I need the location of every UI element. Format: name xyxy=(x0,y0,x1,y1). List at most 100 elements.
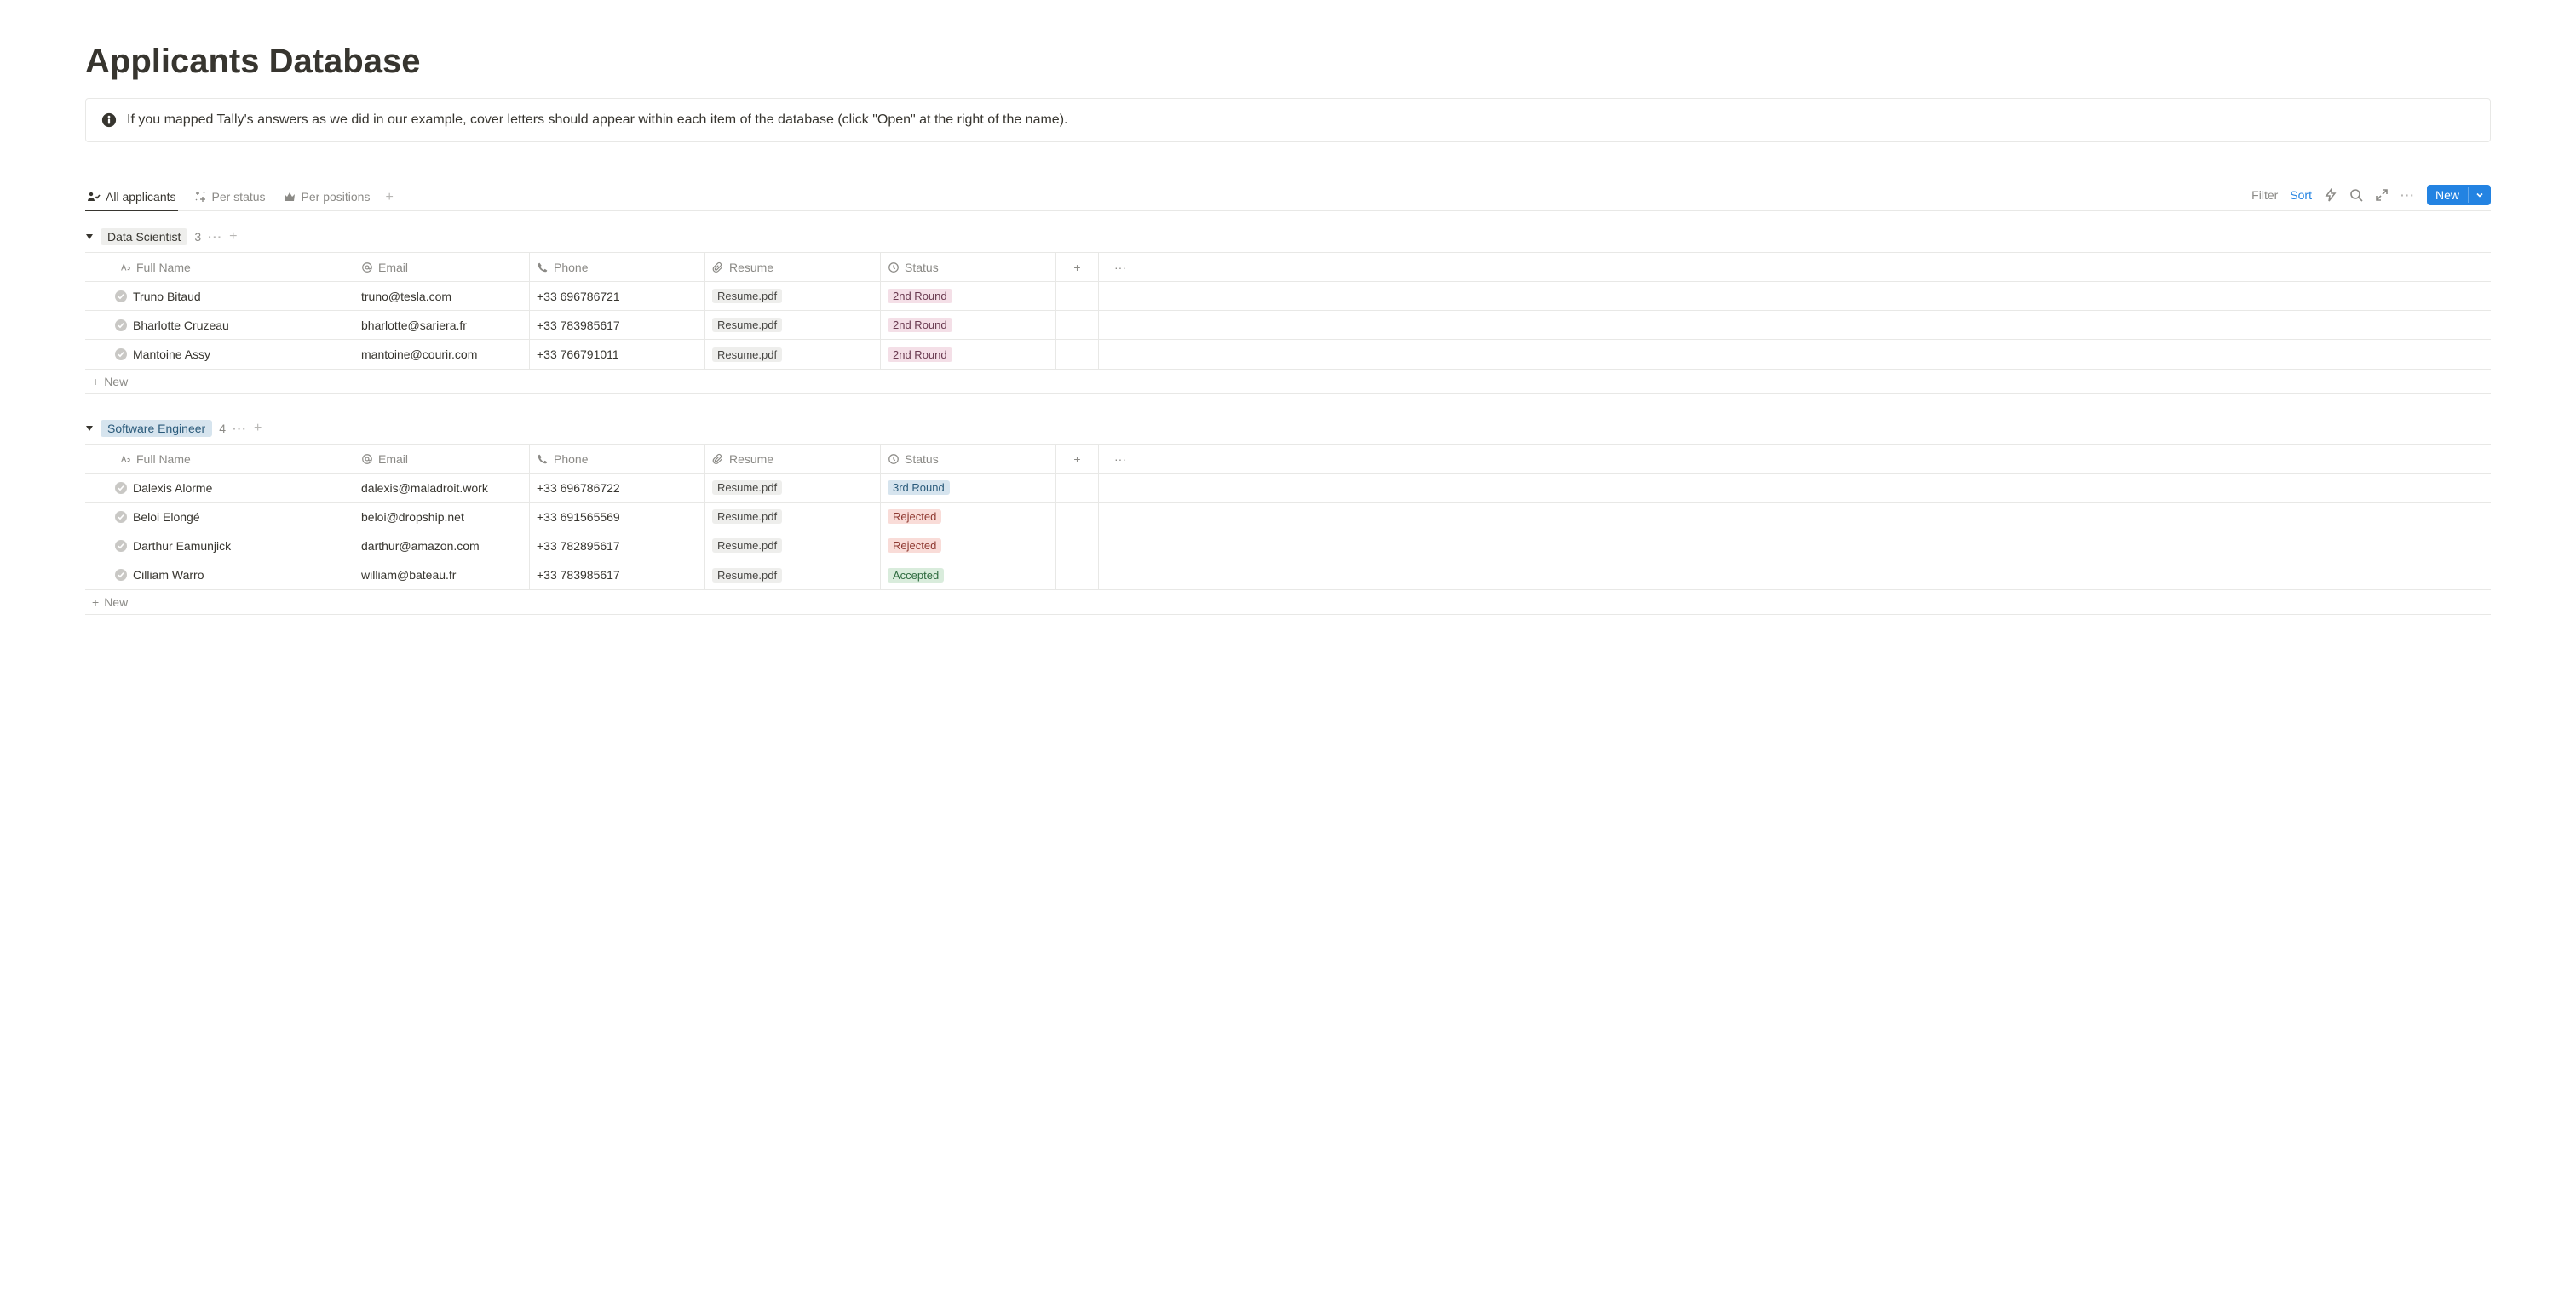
resume-pill[interactable]: Resume.pdf xyxy=(712,480,782,495)
cell-phone[interactable]: +33 782895617 xyxy=(530,531,705,560)
status-pill[interactable]: 2nd Round xyxy=(888,318,952,332)
cell-phone[interactable]: +33 783985617 xyxy=(530,560,705,589)
cell-name[interactable]: Darthur Eamunjick xyxy=(85,531,354,560)
cell-status[interactable]: Rejected xyxy=(881,531,1056,560)
cell-status[interactable]: Rejected xyxy=(881,503,1056,531)
resume-pill[interactable]: Resume.pdf xyxy=(712,538,782,553)
col-header-resume[interactable]: Resume xyxy=(705,445,881,473)
table-row[interactable]: Truno Bitaudtruno@tesla.com+33 696786721… xyxy=(85,282,2491,311)
cell-resume[interactable]: Resume.pdf xyxy=(705,474,881,502)
resume-pill[interactable]: Resume.pdf xyxy=(712,509,782,524)
col-header-email[interactable]: Email xyxy=(354,253,530,281)
cell-phone[interactable]: +33 691565569 xyxy=(530,503,705,531)
cell-resume[interactable]: Resume.pdf xyxy=(705,340,881,369)
collapse-triangle-icon[interactable] xyxy=(85,424,94,433)
table-row[interactable]: Darthur Eamunjickdarthur@amazon.com+33 7… xyxy=(85,531,2491,560)
resume-pill[interactable]: Resume.pdf xyxy=(712,568,782,583)
row-name: Beloi Elongé xyxy=(133,510,200,524)
group-count: 3 xyxy=(194,230,201,244)
more-actions-icon[interactable]: ··· xyxy=(2401,188,2415,202)
cell-email[interactable]: william@bateau.fr xyxy=(354,560,530,589)
col-header-name[interactable]: Full Name xyxy=(85,445,354,473)
group-add-button[interactable]: + xyxy=(254,421,262,436)
cell-name[interactable]: Dalexis Alorme xyxy=(85,474,354,502)
cell-email[interactable]: darthur@amazon.com xyxy=(354,531,530,560)
cell-phone[interactable]: +33 766791011 xyxy=(530,340,705,369)
add-view-button[interactable]: + xyxy=(385,190,393,205)
cell-status[interactable]: 2nd Round xyxy=(881,311,1056,339)
sort-action[interactable]: Sort xyxy=(2290,188,2312,202)
cell-email[interactable]: truno@tesla.com xyxy=(354,282,530,310)
view-tab-per-status[interactable]: Per status xyxy=(192,185,267,210)
table-row[interactable]: Dalexis Alormedalexis@maladroit.work+33 … xyxy=(85,474,2491,503)
cell-phone[interactable]: +33 783985617 xyxy=(530,311,705,339)
table-row[interactable]: Cilliam Warrowilliam@bateau.fr+33 783985… xyxy=(85,560,2491,589)
group: Data Scientist3···+Full NameEmailPhoneRe… xyxy=(85,227,2491,394)
cell-phone[interactable]: +33 696786722 xyxy=(530,474,705,502)
cell-email[interactable]: beloi@dropship.net xyxy=(354,503,530,531)
cell-resume[interactable]: Resume.pdf xyxy=(705,311,881,339)
table-row[interactable]: Bharlotte Cruzeau bharlotte@sariera.fr+33… xyxy=(85,311,2491,340)
cell-name[interactable]: Beloi Elongé xyxy=(85,503,354,531)
cell-name[interactable]: Cilliam Warro xyxy=(85,560,354,589)
status-pill[interactable]: Accepted xyxy=(888,568,944,583)
cell-resume[interactable]: Resume.pdf xyxy=(705,560,881,589)
cell-name[interactable]: Bharlotte Cruzeau xyxy=(85,311,354,339)
status-pill[interactable]: Rejected xyxy=(888,538,941,553)
status-pill[interactable]: Rejected xyxy=(888,509,941,524)
cell-status[interactable]: 2nd Round xyxy=(881,340,1056,369)
row-name: Bharlotte Cruzeau xyxy=(133,319,229,332)
cell-email[interactable]: mantoine@courir.com xyxy=(354,340,530,369)
add-column-button[interactable]: + xyxy=(1056,253,1099,281)
cell-phone[interactable]: +33 696786721 xyxy=(530,282,705,310)
view-tab-all-applicants[interactable]: All applicants xyxy=(85,185,178,210)
col-header-name[interactable]: Full Name xyxy=(85,253,354,281)
view-tab-per-positions[interactable]: Per positions xyxy=(281,185,372,210)
search-icon[interactable] xyxy=(2349,188,2363,202)
cell-name[interactable]: Mantoine Assy xyxy=(85,340,354,369)
cell-email[interactable]: dalexis@maladroit.work xyxy=(354,474,530,502)
col-header-phone[interactable]: Phone xyxy=(530,253,705,281)
status-pill[interactable]: 3rd Round xyxy=(888,480,950,495)
column-more-button[interactable]: ··· xyxy=(1099,253,1141,281)
col-header-resume[interactable]: Resume xyxy=(705,253,881,281)
automations-icon[interactable] xyxy=(2324,188,2337,202)
column-more-button[interactable]: ··· xyxy=(1099,445,1141,473)
group: Software Engineer4···+Full NameEmailPhon… xyxy=(85,418,2491,615)
filter-action[interactable]: Filter xyxy=(2251,188,2278,202)
add-column-button[interactable]: + xyxy=(1056,445,1099,473)
cell-email[interactable]: bharlotte@sariera.fr xyxy=(354,311,530,339)
group-add-button[interactable]: + xyxy=(229,229,237,244)
resume-pill[interactable]: Resume.pdf xyxy=(712,318,782,332)
group-more-icon[interactable]: ··· xyxy=(233,422,247,435)
table-row[interactable]: Beloi Elongé beloi@dropship.net+33 691565… xyxy=(85,503,2491,531)
status-pill[interactable]: 2nd Round xyxy=(888,347,952,362)
new-row-button[interactable]: +New xyxy=(85,370,2491,394)
cell-status[interactable]: 3rd Round xyxy=(881,474,1056,502)
group-name-tag[interactable]: Data Scientist xyxy=(101,228,187,245)
col-header-status[interactable]: Status xyxy=(881,253,1056,281)
cell-resume[interactable]: Resume.pdf xyxy=(705,282,881,310)
resume-pill[interactable]: Resume.pdf xyxy=(712,347,782,362)
cell-status[interactable]: Accepted xyxy=(881,560,1056,589)
cell-resume[interactable]: Resume.pdf xyxy=(705,503,881,531)
resume-pill[interactable]: Resume.pdf xyxy=(712,289,782,303)
col-header-email[interactable]: Email xyxy=(354,445,530,473)
group-more-icon[interactable]: ··· xyxy=(208,230,222,244)
cell-name[interactable]: Truno Bitaud xyxy=(85,282,354,310)
new-row-button[interactable]: +New xyxy=(85,590,2491,615)
collapse-triangle-icon[interactable] xyxy=(85,233,94,241)
view-tab-label: Per status xyxy=(212,190,266,204)
col-header-phone[interactable]: Phone xyxy=(530,445,705,473)
info-callout: If you mapped Tally's answers as we did … xyxy=(85,98,2491,142)
table-row[interactable]: Mantoine Assymantoine@courir.com+33 7667… xyxy=(85,340,2491,369)
paperclip-icon xyxy=(712,453,724,465)
col-header-status[interactable]: Status xyxy=(881,445,1056,473)
group-name-tag[interactable]: Software Engineer xyxy=(101,420,212,437)
cell-resume[interactable]: Resume.pdf xyxy=(705,531,881,560)
status-pill[interactable]: 2nd Round xyxy=(888,289,952,303)
expand-icon[interactable] xyxy=(2375,188,2389,202)
chevron-down-icon[interactable] xyxy=(2468,187,2491,203)
cell-status[interactable]: 2nd Round xyxy=(881,282,1056,310)
new-button[interactable]: New xyxy=(2427,185,2491,205)
